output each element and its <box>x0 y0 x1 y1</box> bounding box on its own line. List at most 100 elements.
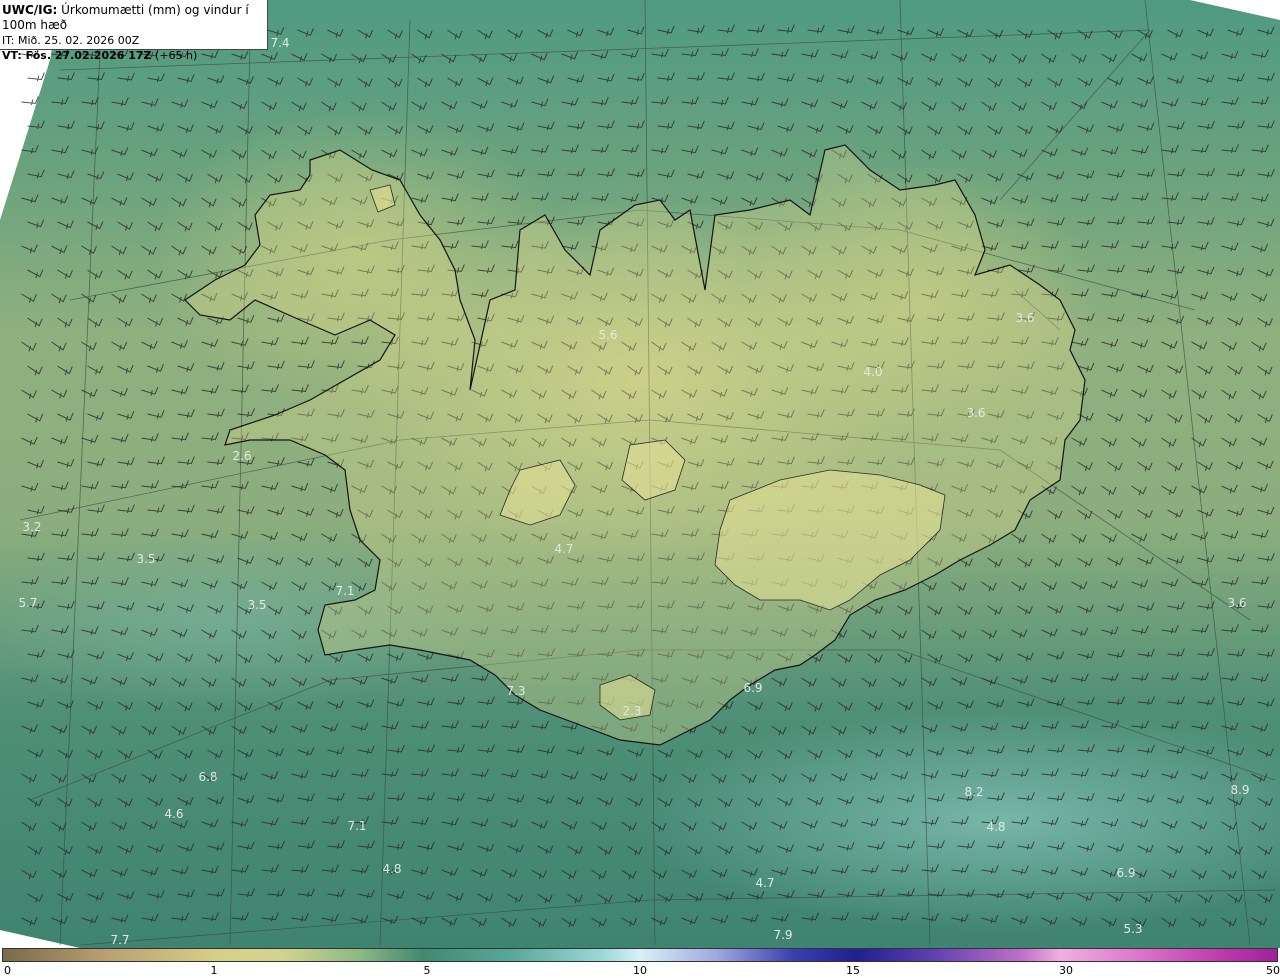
map-value: 5.6 <box>598 328 618 342</box>
wind-barb <box>57 269 73 279</box>
wind-barb <box>1137 76 1154 86</box>
wind-barb <box>627 120 645 130</box>
wind-barb <box>51 389 68 399</box>
wind-barb <box>1221 292 1238 302</box>
wind-barb <box>927 747 945 757</box>
wind-barb <box>1047 509 1063 520</box>
wind-barb <box>1221 484 1238 494</box>
wind-barb <box>237 125 254 135</box>
wind-barb <box>237 315 255 324</box>
wind-barb <box>321 723 339 733</box>
wind-barb <box>771 725 787 736</box>
wind-barb <box>1137 556 1154 566</box>
wind-barb <box>771 773 787 784</box>
wind-barb <box>1251 821 1267 832</box>
wind-barb <box>1191 291 1209 301</box>
wind-barb <box>417 697 435 707</box>
wind-barb <box>207 749 224 759</box>
wind-barb <box>411 194 429 204</box>
wind-barb <box>897 840 915 850</box>
wind-barb <box>21 194 39 204</box>
wind-barb <box>777 173 794 183</box>
wind-barb <box>471 146 489 156</box>
wind-barb <box>921 724 938 734</box>
wind-barb <box>687 72 705 82</box>
wind-barb <box>981 581 997 592</box>
wind-barb <box>1107 264 1125 274</box>
wind-barb <box>171 432 189 442</box>
wind-barb <box>117 552 135 562</box>
wind-barb <box>1011 865 1029 875</box>
wind-barb <box>21 724 38 734</box>
wind-barb <box>387 125 403 135</box>
wind-barb <box>951 769 969 779</box>
wind-barb <box>201 865 219 875</box>
wind-barb <box>1221 672 1239 682</box>
wind-barb <box>981 768 999 778</box>
wind-barb <box>237 888 255 898</box>
wind-barb <box>1221 50 1239 60</box>
wind-barb <box>117 749 133 760</box>
wind-barb <box>891 677 907 688</box>
wind-barb <box>291 384 309 394</box>
wind-barb <box>531 770 549 780</box>
wind-barb <box>57 749 74 759</box>
wind-barb <box>1197 893 1213 904</box>
wind-barb <box>171 866 189 875</box>
wind-barb <box>651 96 669 106</box>
wind-barb <box>447 696 465 706</box>
wind-barb <box>291 724 308 734</box>
wind-barb <box>267 888 285 898</box>
wind-barb <box>117 269 133 280</box>
wind-barb <box>171 293 188 303</box>
wind-barb <box>147 504 165 514</box>
wind-barb <box>1191 437 1207 448</box>
wind-barb <box>561 869 577 880</box>
wind-barb <box>741 48 759 58</box>
wind-barb <box>21 821 37 832</box>
wind-barb <box>291 336 309 346</box>
wind-barb <box>1227 648 1245 658</box>
wind-barb <box>1047 557 1063 568</box>
wind-barb <box>57 220 74 230</box>
wind-barb <box>957 605 973 616</box>
wind-barb <box>717 72 735 82</box>
wind-barb <box>441 917 458 927</box>
wind-barb <box>417 841 435 851</box>
map-value: 7.4 <box>270 36 290 50</box>
wind-barb <box>1167 121 1185 131</box>
wind-barb <box>1251 49 1269 59</box>
wind-barb <box>1131 145 1149 155</box>
wind-barb <box>1137 844 1154 854</box>
wind-barb <box>1221 917 1237 928</box>
wind-barb <box>1101 672 1119 682</box>
wind-barb <box>147 173 164 183</box>
wind-barb <box>477 793 495 803</box>
wind-barb <box>261 581 278 591</box>
wind-barb <box>27 797 43 808</box>
wind-barb <box>1197 266 1215 276</box>
wind-barb <box>1011 195 1029 205</box>
wind-barb <box>477 29 493 40</box>
wind-barb <box>81 434 99 444</box>
map-canvas: 7.4 5.6 4.0 3.6 3.6 2.6 3.2 3.5 5.7 3.5 … <box>0 0 1280 948</box>
wind-barb <box>777 797 794 807</box>
wind-barb <box>1221 772 1238 782</box>
wind-barb <box>897 794 915 804</box>
wind-barb <box>621 144 639 154</box>
wind-barb <box>237 76 254 85</box>
wind-barb <box>741 197 758 207</box>
wind-barb <box>777 701 793 712</box>
wind-barb <box>1131 579 1149 589</box>
wind-barb <box>1107 843 1125 853</box>
wind-barb <box>1071 101 1088 111</box>
wind-barb <box>207 408 225 418</box>
wind-barb <box>1077 792 1095 802</box>
wind-barb <box>1017 172 1034 182</box>
wind-barb <box>837 25 855 35</box>
wind-barb <box>231 531 249 540</box>
wind-barb <box>357 792 375 802</box>
wind-barb <box>1041 53 1057 64</box>
wind-barb <box>207 842 225 852</box>
wind-barb <box>201 432 219 442</box>
